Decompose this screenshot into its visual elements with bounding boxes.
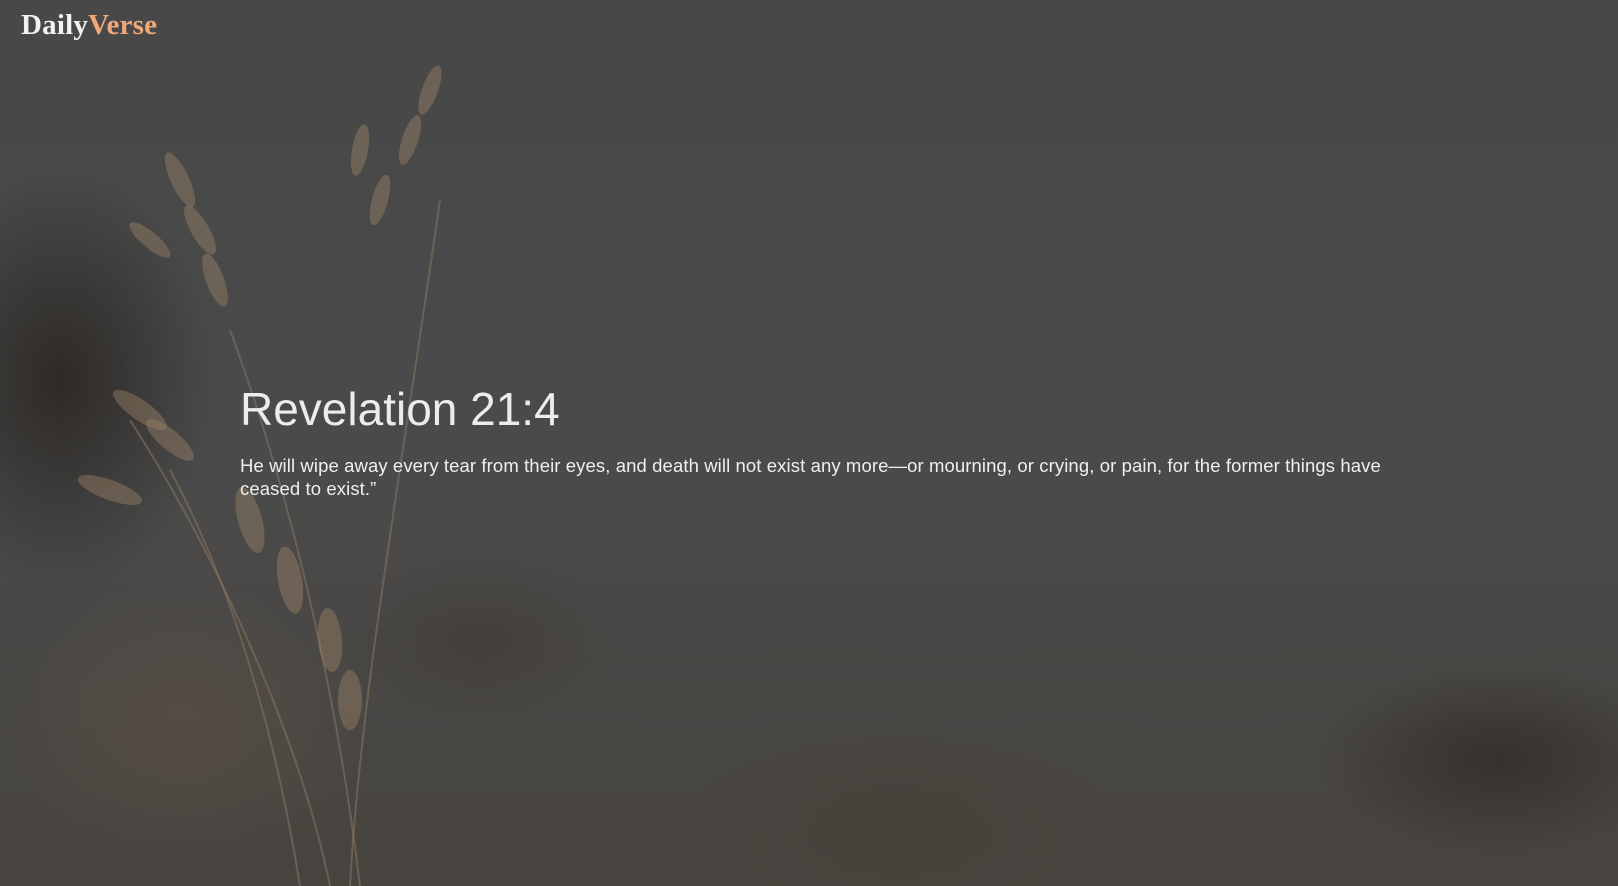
verse-text: He will wipe away every tear from their …: [240, 455, 1381, 499]
verse-block: Revelation 21:4 He will wipe away every …: [240, 380, 1390, 500]
logo-verse-text: Verse: [88, 9, 158, 41]
verse-reference: Revelation 21:4: [240, 383, 560, 435]
daily-verse-logo[interactable]: DailyVerse: [21, 8, 157, 42]
logo-daily-text: Daily: [21, 9, 89, 41]
